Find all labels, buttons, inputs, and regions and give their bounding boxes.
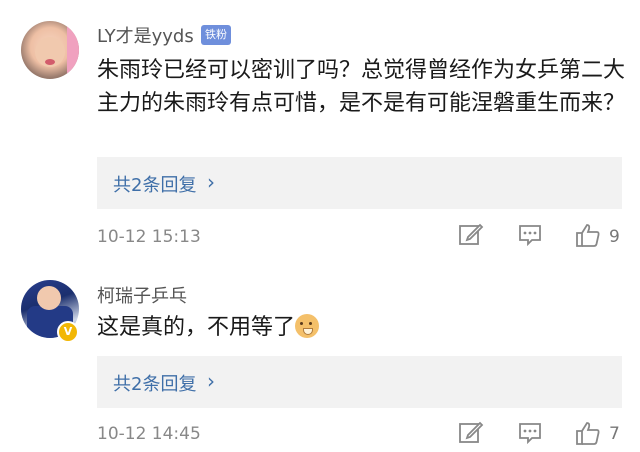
comment-item: LY才是yyds 铁粉 朱雨玲已经可以密训了吗？总觉得曾经作为女乒第二大主力的朱… (0, 0, 640, 250)
edit-icon[interactable] (458, 420, 484, 446)
fan-badge: 铁粉 (201, 25, 231, 45)
avatar-lips (45, 59, 55, 65)
comment-icon[interactable] (517, 222, 543, 248)
chevron-right-icon: › (207, 369, 215, 393)
edit-icon[interactable] (458, 222, 484, 248)
comment-text-body: 这是真的，不用等了 (97, 315, 296, 340)
replies-label: 共2条回复 (113, 374, 197, 395)
comment-item: V 柯瑞子乒乓 这是真的，不用等了 共2条回复 › 10-12 14:45 7 (0, 264, 640, 452)
avatar[interactable] (21, 21, 79, 79)
comment-timestamp: 10-12 15:13 (97, 227, 201, 247)
comment-icon[interactable] (517, 420, 543, 446)
username[interactable]: 柯瑞子乒乓 (97, 282, 187, 308)
replies-label: 共2条回复 (113, 175, 197, 196)
avatar-decoration (67, 21, 79, 79)
like-count: 7 (609, 424, 620, 444)
like-count: 9 (609, 227, 620, 247)
comment-text: 朱雨玲已经可以密训了吗？总觉得曾经作为女乒第二大主力的朱雨玲有点可惜，是不是有可… (97, 58, 626, 116)
username[interactable]: LY才是yyds (97, 22, 194, 48)
comment-timestamp: 10-12 14:45 (97, 424, 201, 444)
comment-text: 这是真的，不用等了 (97, 311, 627, 344)
thumbs-up-icon[interactable] (575, 420, 601, 446)
replies-button[interactable]: 共2条回复 › (97, 157, 622, 209)
avatar-face (37, 286, 61, 310)
replies-button[interactable]: 共2条回复 › (97, 356, 622, 408)
verified-badge: V (57, 321, 79, 343)
dog-face-emoji (295, 314, 320, 338)
thumbs-up-icon[interactable] (575, 222, 601, 248)
chevron-right-icon: › (207, 170, 215, 194)
